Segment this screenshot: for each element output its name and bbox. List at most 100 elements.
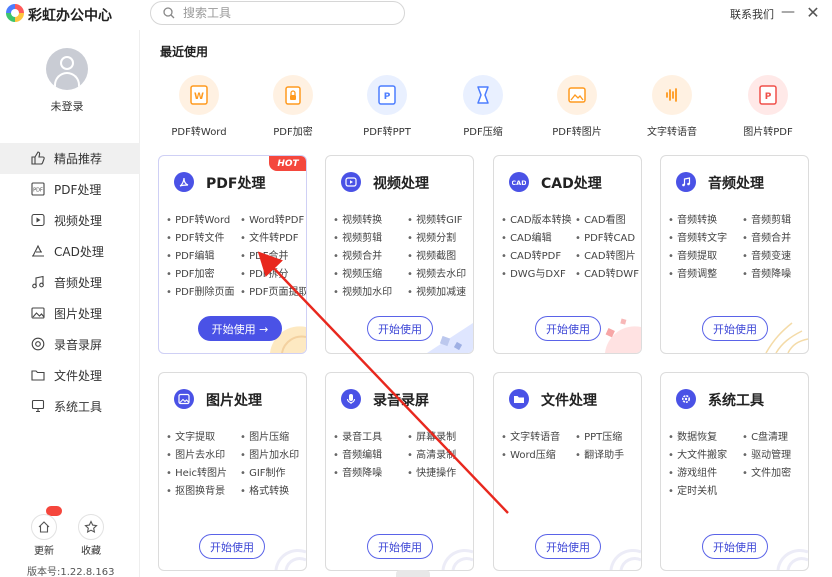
feature-item[interactable]: 音频变速: [742, 250, 808, 264]
feature-item[interactable]: 翻译助手: [575, 449, 641, 463]
start-button[interactable]: 开始使用: [535, 534, 601, 559]
feature-item[interactable]: PDF编辑: [166, 250, 240, 264]
feature-item[interactable]: Heic转图片: [166, 467, 240, 481]
feature-item[interactable]: CAD转图片: [575, 250, 641, 264]
sidebar-item-cad[interactable]: CAD处理: [0, 236, 140, 267]
feature-item[interactable]: PDF页面提取: [240, 286, 306, 300]
tool-card-image[interactable]: 图片处理 文字提取 图片压缩 图片去水印 图片加水印 Heic转图片 GIF制作…: [158, 372, 307, 571]
recent-item-pdf-compress[interactable]: PDF压缩: [438, 75, 528, 138]
feature-item[interactable]: 视频截图: [407, 250, 473, 264]
favorite-button[interactable]: [78, 514, 104, 540]
feature-item[interactable]: 定时关机: [668, 485, 742, 499]
feature-item[interactable]: 文件加密: [742, 467, 808, 481]
feature-item[interactable]: 音频编辑: [333, 449, 407, 463]
tool-card-recording[interactable]: 录音录屏 录音工具 屏幕录制 音频编辑 高清录制 音频降噪 快捷操作 开始使用: [325, 372, 474, 571]
sidebar-item-recording[interactable]: 录音录屏: [0, 329, 140, 360]
feature-item[interactable]: 文字提取: [166, 431, 240, 445]
recent-item-pdf-to-word[interactable]: W PDF转Word: [154, 75, 244, 138]
close-button[interactable]: ✕: [803, 2, 823, 22]
feature-item[interactable]: 音频降噪: [333, 467, 407, 481]
feature-item[interactable]: 录音工具: [333, 431, 407, 445]
recent-item-image-to-pdf[interactable]: P 图片转PDF: [723, 75, 813, 138]
feature-item[interactable]: 视频合并: [333, 250, 407, 264]
recent-item-pdf-encrypt[interactable]: PDF加密: [248, 75, 338, 138]
feature-item[interactable]: 音频剪辑: [742, 214, 808, 228]
feature-item[interactable]: 游戏组件: [668, 467, 742, 481]
search-input[interactable]: [183, 6, 383, 20]
feature-item[interactable]: 高清录制: [407, 449, 473, 463]
sidebar-item-system[interactable]: 系统工具: [0, 391, 140, 422]
tool-card-pdf[interactable]: HOT PDF处理 PDF转Word Word转PDF PDF转文件 文件转PD…: [158, 155, 307, 354]
feature-item[interactable]: 驱动管理: [742, 449, 808, 463]
feature-item[interactable]: DWG与DXF: [501, 268, 575, 282]
feature-item[interactable]: CAD版本转换: [501, 214, 575, 228]
feature-item[interactable]: CAD看图: [575, 214, 641, 228]
feature-item[interactable]: 数据恢复: [668, 431, 742, 445]
feature-item[interactable]: 音频转换: [668, 214, 742, 228]
feature-item[interactable]: 视频分割: [407, 232, 473, 246]
feature-item[interactable]: 格式转换: [240, 485, 306, 499]
feature-item[interactable]: CAD转DWF: [575, 268, 641, 282]
feature-item[interactable]: 音频转文字: [668, 232, 742, 246]
feature-item[interactable]: Word转PDF: [240, 214, 306, 228]
feature-item[interactable]: 音频调整: [668, 268, 742, 282]
feature-item[interactable]: 图片加水印: [240, 449, 306, 463]
feature-item[interactable]: 大文件搬家: [668, 449, 742, 463]
start-button[interactable]: 开始使用: [367, 534, 433, 559]
feature-item[interactable]: 视频加减速: [407, 286, 473, 300]
avatar[interactable]: [46, 48, 88, 90]
feature-item[interactable]: PDF转文件: [166, 232, 240, 246]
feature-item[interactable]: 图片去水印: [166, 449, 240, 463]
contact-us-link[interactable]: 联系我们: [730, 6, 774, 22]
feature-item[interactable]: 视频转GIF: [407, 214, 473, 228]
sidebar-item-pdf[interactable]: PDF PDF处理: [0, 174, 140, 205]
feature-item[interactable]: Word压缩: [501, 449, 575, 463]
feature-item[interactable]: PDF加密: [166, 268, 240, 282]
feature-item[interactable]: PDF删除页面: [166, 286, 240, 300]
feature-item[interactable]: 视频加水印: [333, 286, 407, 300]
feature-item[interactable]: 视频剪辑: [333, 232, 407, 246]
tool-card-file[interactable]: 文件处理 文字转语音 PPT压缩 Word压缩 翻译助手 开始使用: [493, 372, 642, 571]
sidebar-item-audio[interactable]: 音频处理: [0, 267, 140, 298]
tool-card-video[interactable]: 视频处理 视频转换 视频转GIF 视频剪辑 视频分割 视频合并 视频截图 视频压…: [325, 155, 474, 354]
start-button[interactable]: 开始使用: [535, 316, 601, 341]
feature-item[interactable]: 视频转换: [333, 214, 407, 228]
feature-item[interactable]: GIF制作: [240, 467, 306, 481]
start-button[interactable]: 开始使用 →: [198, 316, 282, 341]
feature-item[interactable]: 文字转语音: [501, 431, 575, 445]
feature-item[interactable]: 快捷操作: [407, 467, 473, 481]
start-button[interactable]: 开始使用: [199, 534, 265, 559]
minimize-button[interactable]: —: [778, 2, 798, 22]
update-button[interactable]: [31, 514, 57, 540]
feature-item[interactable]: CAD编辑: [501, 232, 575, 246]
feature-item[interactable]: 音频提取: [668, 250, 742, 264]
tool-card-system[interactable]: 系统工具 数据恢复 C盘清理 大文件搬家 驱动管理 游戏组件 文件加密 定时关机…: [660, 372, 809, 571]
feature-item[interactable]: C盘清理: [742, 431, 808, 445]
recent-item-text-to-speech[interactable]: 文字转语音: [627, 75, 717, 138]
start-button[interactable]: 开始使用: [702, 316, 768, 341]
feature-item[interactable]: 视频压缩: [333, 268, 407, 282]
scroll-down-indicator[interactable]: [396, 570, 430, 577]
sidebar-item-featured[interactable]: 精品推荐: [0, 143, 140, 174]
start-button[interactable]: 开始使用: [367, 316, 433, 341]
sidebar-item-file[interactable]: 文件处理: [0, 360, 140, 391]
start-button[interactable]: 开始使用: [702, 534, 768, 559]
feature-item[interactable]: PDF转Word: [166, 214, 240, 228]
feature-item[interactable]: 音频降噪: [742, 268, 808, 282]
tool-card-cad[interactable]: CAD CAD处理 CAD版本转换 CAD看图 CAD编辑 PDF转CAD CA…: [493, 155, 642, 354]
sidebar-item-image[interactable]: 图片处理: [0, 298, 140, 329]
search-box[interactable]: [150, 1, 405, 25]
login-status[interactable]: 未登录: [0, 98, 134, 114]
feature-item[interactable]: 屏幕录制: [407, 431, 473, 445]
feature-item[interactable]: 图片压缩: [240, 431, 306, 445]
recent-item-pdf-to-ppt[interactable]: P PDF转PPT: [342, 75, 432, 138]
feature-item[interactable]: 音频合并: [742, 232, 808, 246]
feature-item[interactable]: PDF拆分: [240, 268, 306, 282]
feature-item[interactable]: PDF转CAD: [575, 232, 641, 246]
sidebar-item-video[interactable]: 视频处理: [0, 205, 140, 236]
feature-item[interactable]: 抠图换背景: [166, 485, 240, 499]
feature-item[interactable]: 文件转PDF: [240, 232, 306, 246]
feature-item[interactable]: PDF合并: [240, 250, 306, 264]
tool-card-audio[interactable]: 音频处理 音频转换 音频剪辑 音频转文字 音频合并 音频提取 音频变速 音频调整…: [660, 155, 809, 354]
feature-item[interactable]: CAD转PDF: [501, 250, 575, 264]
